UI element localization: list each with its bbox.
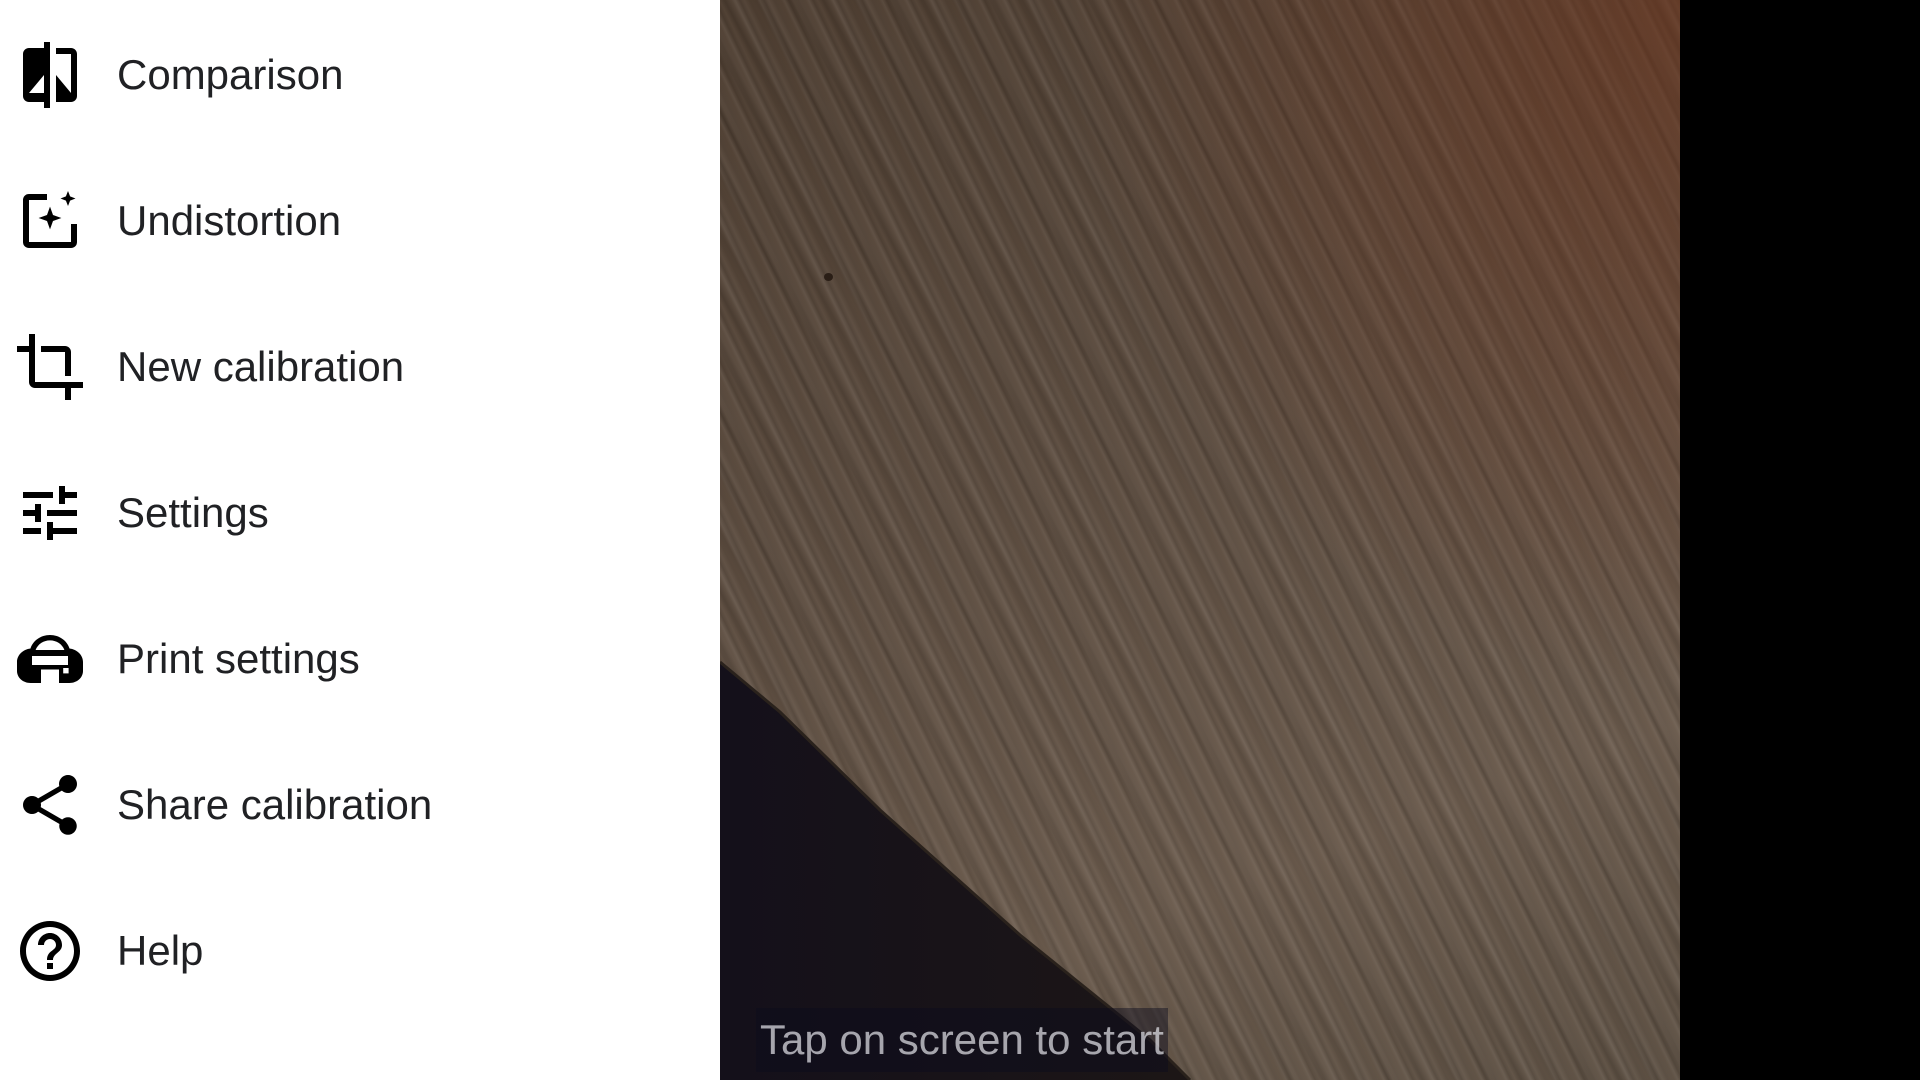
menu-label-print-settings: Print settings bbox=[117, 635, 360, 682]
menu-label-help: Help bbox=[117, 927, 204, 974]
help-circle-icon bbox=[14, 915, 86, 987]
menu-label-undistortion: Undistortion bbox=[117, 197, 342, 244]
menu-label-settings: Settings bbox=[117, 489, 269, 536]
menu-item-help[interactable]: Help bbox=[0, 878, 720, 1024]
print-cloud-icon bbox=[14, 623, 86, 695]
compare-icon bbox=[14, 39, 86, 111]
menu-label-comparison: Comparison bbox=[117, 51, 344, 98]
auto-fix-image-icon bbox=[14, 185, 86, 257]
app-screen: Tap on screen to start Comparison Undist… bbox=[0, 0, 1920, 1080]
menu-label-share-calibration: Share calibration bbox=[117, 781, 433, 828]
navigation-drawer: Comparison Undistortion New calibration bbox=[0, 0, 720, 1080]
menu-item-share-calibration[interactable]: Share calibration bbox=[0, 732, 720, 878]
camera-preview[interactable]: Tap on screen to start bbox=[720, 0, 1680, 1080]
tap-to-start-hint: Tap on screen to start bbox=[756, 1008, 1168, 1072]
share-icon bbox=[14, 769, 86, 841]
menu-item-comparison[interactable]: Comparison bbox=[0, 2, 720, 148]
menu-label-new-calibration: New calibration bbox=[117, 343, 405, 390]
tune-sliders-icon bbox=[14, 477, 86, 549]
menu-item-settings[interactable]: Settings bbox=[0, 440, 720, 586]
menu-item-new-calibration[interactable]: New calibration bbox=[0, 294, 720, 440]
camera-speck bbox=[824, 273, 833, 281]
menu-item-undistortion[interactable]: Undistortion bbox=[0, 148, 720, 294]
menu-item-print-settings[interactable]: Print settings bbox=[0, 586, 720, 732]
crop-rotate-icon bbox=[14, 331, 86, 403]
table-edge-shadow bbox=[720, 660, 1192, 1080]
